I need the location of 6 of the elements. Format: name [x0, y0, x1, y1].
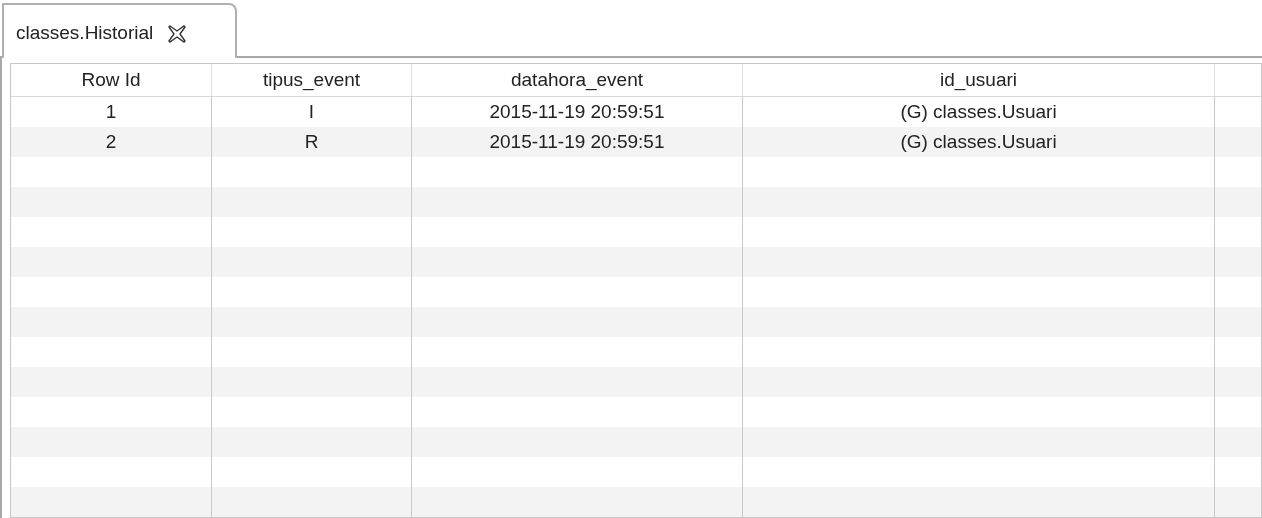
editor-tab[interactable]: classes.Historial	[2, 3, 237, 58]
column-header[interactable]: Row Id	[11, 64, 212, 96]
column-header[interactable]: tipus_event	[212, 64, 412, 96]
column-header[interactable]: id_usuari	[743, 64, 1215, 96]
column-header[interactable]: datahora_event	[412, 64, 743, 96]
close-icon[interactable]	[167, 23, 188, 44]
